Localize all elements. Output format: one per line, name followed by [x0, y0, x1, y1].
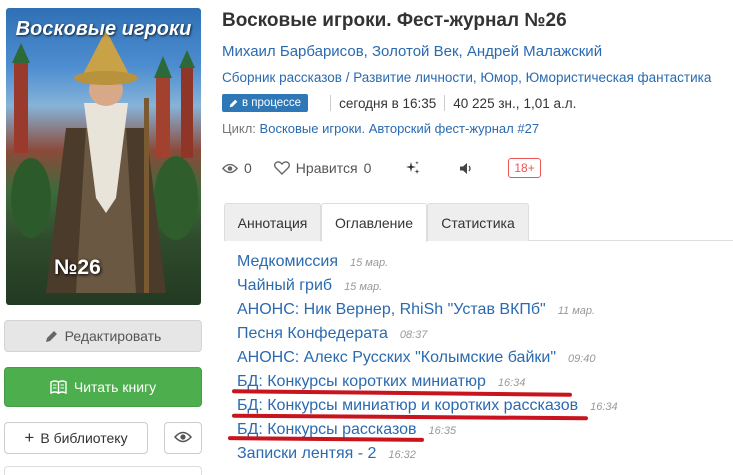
pencil-icon [45, 330, 58, 343]
tab-contents[interactable]: Оглавление [321, 203, 427, 242]
divider [444, 95, 446, 111]
chapter-link[interactable]: Песня Конфедерата [237, 325, 388, 343]
chapter-link[interactable]: АНОНС: Алекс Русских "Колымские байки" [237, 349, 556, 367]
cover-number: №26 [54, 256, 101, 279]
stats-bar: 0 Нравится 0 18+ [222, 158, 541, 178]
eye-icon [222, 163, 238, 174]
likes-count: 0 [363, 160, 372, 176]
cover-illustration [11, 30, 198, 293]
pencil-icon [229, 99, 238, 108]
updated-time: сегодня в 16:35 [339, 95, 437, 111]
chapter-link[interactable]: АНОНС: Ник Вернер, RhiSh "Устав ВКПб" [237, 301, 546, 319]
divider [330, 95, 332, 111]
cycle-link[interactable]: Восковые игроки. Авторский фест-журнал #… [260, 121, 540, 136]
chapter-date: 16:34 [497, 377, 526, 389]
age-rating-badge: 18+ [508, 158, 541, 178]
more-actions-strip [4, 466, 202, 475]
list-item[interactable]: Записки лентяя - 2 16:32 [237, 445, 618, 469]
cycle-label: Цикл: [222, 121, 256, 136]
like-button[interactable]: Нравится 0 [273, 160, 372, 176]
chapter-date: 15 мар. [344, 281, 383, 293]
open-book-icon [50, 380, 67, 394]
book-cover[interactable]: Восковые игроки №26 [6, 8, 201, 305]
sparkle-icon[interactable] [405, 160, 421, 176]
tab-annotation-label: Аннотация [237, 214, 308, 231]
chapter-date: 11 мар. [557, 305, 596, 317]
tab-annotation[interactable]: Аннотация [224, 203, 321, 241]
chapter-link[interactable]: Записки лентяя - 2 [237, 445, 376, 463]
status-label: в процессе [242, 97, 302, 109]
tab-statistics[interactable]: Статистика [427, 203, 529, 241]
chapter-date: 09:40 [568, 353, 596, 365]
add-to-library-button[interactable]: + В библиотеку [4, 422, 148, 454]
tab-contents-label: Оглавление [334, 215, 414, 231]
book-meta: в процессе сегодня в 16:35 40 225 зн., 1… [222, 94, 576, 112]
chapter-link[interactable]: Чайный гриб [237, 277, 332, 295]
chapter-date: 08:37 [399, 329, 428, 341]
authors-links[interactable]: Михаил Барбарисов, Золотой Век, Андрей М… [222, 43, 602, 60]
chapter-link[interactable]: БД: Конкурсы коротких миниатюр [237, 373, 486, 391]
list-item[interactable]: Медкомиссия 15 мар. [237, 253, 618, 277]
views-counter: 0 [222, 160, 252, 176]
edit-button[interactable]: Редактировать [4, 320, 202, 352]
size-al: 1,01 а.л. [523, 95, 577, 111]
add-to-library-label: В библиотеку [40, 430, 128, 446]
plus-icon: + [24, 428, 35, 447]
list-item[interactable]: Чайный гриб 15 мар. [237, 277, 618, 301]
book-title: Восковые игроки. Фест-журнал №26 [222, 10, 567, 31]
heart-icon [273, 161, 290, 175]
cycle-line: Цикл: Восковые игроки. Авторский фест-жу… [222, 121, 539, 136]
tab-statistics-label: Статистика [441, 214, 515, 231]
chapter-date: 15 мар. [350, 257, 389, 269]
speaker-icon[interactable] [459, 162, 474, 175]
list-item[interactable]: АНОНС: Ник Вернер, RhiSh "Устав ВКПб" 11… [237, 301, 618, 325]
list-item[interactable]: БД: Конкурсы рассказов 16:35 [237, 421, 618, 445]
follow-button[interactable] [164, 422, 202, 454]
chapter-date: 16:32 [388, 449, 416, 461]
chapter-link[interactable]: БД: Конкурсы миниатюр и коротких рассказ… [237, 397, 578, 415]
cover-title: Восковые игроки [15, 18, 192, 40]
list-item[interactable]: АНОНС: Алекс Русских "Колымские байки" 0… [237, 349, 618, 373]
list-item[interactable]: Песня Конфедерата 08:37 [237, 325, 618, 349]
read-book-label: Читать книгу [73, 379, 157, 395]
book-tabs: Аннотация Оглавление Статистика [224, 203, 733, 242]
status-badge: в процессе [222, 94, 309, 112]
size-chars: 40 225 зн., [453, 95, 520, 111]
chapter-date: 16:35 [428, 425, 457, 437]
likes-label: Нравится [295, 160, 358, 176]
genres-links[interactable]: Сборник рассказов / Развитие личности, Ю… [222, 70, 711, 85]
chapter-date: 16:34 [590, 401, 618, 413]
eye-icon [173, 430, 193, 446]
chapter-link[interactable]: Медкомиссия [237, 253, 338, 271]
edit-button-label: Редактировать [64, 328, 162, 344]
views-count: 0 [244, 160, 252, 176]
read-book-button[interactable]: Читать книгу [4, 367, 202, 407]
